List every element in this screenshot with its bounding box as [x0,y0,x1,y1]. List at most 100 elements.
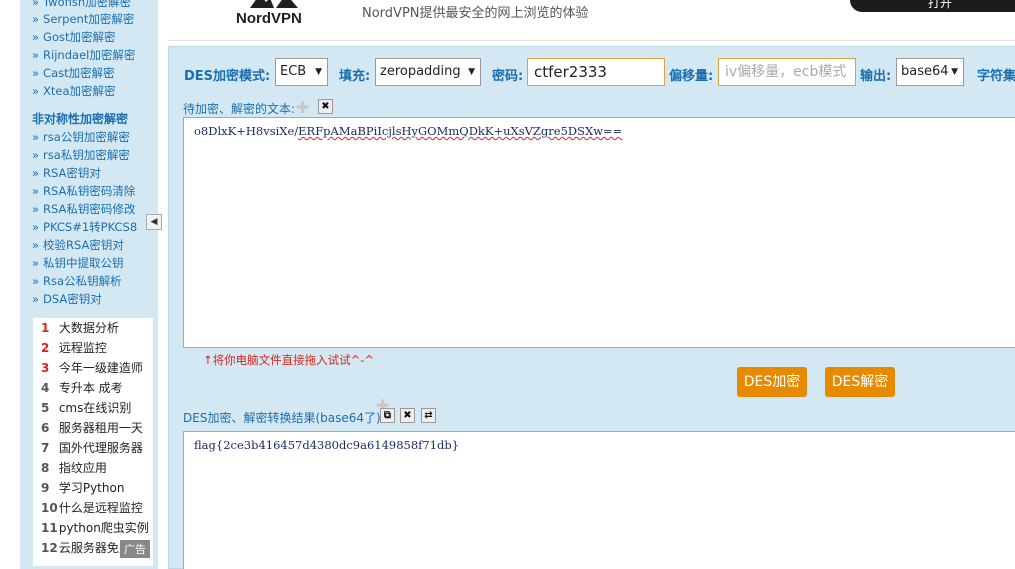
bullet-icon: » [32,30,40,44]
ranking-item[interactable]: 6 服务器租用一天 [41,418,143,438]
sidebar-item-cast[interactable]: » Cast加密解密 [32,64,115,82]
clear-output-icon[interactable]: ✖ [400,408,415,423]
bullet-icon: » [32,12,40,26]
sidebar-item-rsa-public[interactable]: » rsa公钥加密解密 [32,128,130,146]
rank-label: python爬虫实例 [58,521,149,535]
password-input[interactable]: ctfer2333 [527,58,665,86]
ranking-item[interactable]: 12 云服务器免费 [41,538,131,558]
sidebar-item-label: Xtea加密解密 [43,84,116,98]
bullet-icon: » [32,166,40,180]
mode-select[interactable]: ECB ▼ [275,58,328,86]
rank-label: 远程监控 [58,341,107,355]
clear-input-icon[interactable]: ✖ [318,99,333,114]
rank-label: 专升本 成考 [58,381,123,395]
puzzle-icon: ✚ [296,98,310,117]
sidebar-item-rsa-keypair[interactable]: » RSA密钥对 [32,164,101,182]
rank-number: 5 [41,401,50,415]
chevron-down-icon: ▼ [468,67,475,77]
rank-number: 4 [41,381,50,395]
bullet-icon: » [32,66,40,80]
sidebar-item-label: rsa公钥加密解密 [43,130,130,144]
rank-number: 10 [41,501,58,515]
offset-label: 偏移量: [669,69,714,84]
bullet-icon: » [32,238,40,252]
offset-input[interactable]: iv偏移量，ecb模式 [718,58,856,86]
sidebar-item-label: Twofish加密解密 [43,0,132,9]
bullet-icon: » [32,148,40,162]
padding-label: 填充: [339,69,371,84]
bullet-icon: » [32,48,40,62]
sidebar-item-extract-public-key[interactable]: » 私钥中提取公钥 [32,254,124,272]
ranking-item[interactable]: 7 国外代理服务器 [41,438,143,458]
ad-open-button[interactable]: 打开 [850,0,1015,12]
mode-select-value: ECB [280,64,307,79]
sidebar-item-label: DSA密钥对 [43,292,102,306]
bullet-icon: » [32,274,40,288]
sidebar-item-label: Rsa公私钥解析 [43,274,122,288]
sidebar-item-xtea[interactable]: » Xtea加密解密 [32,82,116,100]
sidebar-item-gost[interactable]: » Gost加密解密 [32,28,116,46]
charset-label: 字符集 [977,69,1015,84]
rank-number: 8 [41,461,50,475]
input-textarea[interactable]: o8DlxK+H8vsiXe/ERFpAMaBPiIcjlsHyGOMmQDkK… [183,117,1015,348]
ranking-item[interactable]: 2 远程监控 [41,338,107,358]
password-label: 密码: [492,69,524,84]
input-text-spellchecked: ERFpAMaBPiIcjlsHyGOMmQDkK+uXsVZgre5DSXw=… [298,124,623,138]
sidebar-heading-asymmetric: 非对称性加密解密 [32,112,129,126]
ranking-item[interactable]: 4 专升本 成考 [41,378,123,398]
header-tagline: NordVPN提供最安全的网上浏览的体验 [362,6,589,21]
sidebar-item-label: Serpent加密解密 [43,12,135,26]
output-label: 输出: [860,69,892,84]
chevron-down-icon: ▼ [951,67,958,77]
ranking-item[interactable]: 11 python爬虫实例 [41,518,149,538]
sidebar-item-label: RSA私钥密码清除 [43,184,136,198]
nordvpn-logo-icon [250,0,298,8]
ranking-item[interactable]: 1 大数据分析 [41,318,119,338]
header-divider [168,40,1015,41]
chevron-down-icon: ▼ [315,67,322,77]
bullet-icon: » [32,0,40,9]
copy-output-icon[interactable]: ⧉ [380,408,395,423]
rank-number: 3 [41,361,50,375]
rank-number: 6 [41,421,50,435]
bullet-icon: » [32,130,40,144]
sidebar-item-rsa-change-password[interactable]: » RSA私钥密码修改 [32,200,135,218]
ranking-item[interactable]: 9 学习Python [41,478,124,498]
padding-select[interactable]: zeropadding ▼ [375,58,481,86]
input-text-prefix: o8DlxK+H8vsiXe/ [194,124,299,138]
mode-label: DES加密模式: [184,69,271,84]
rank-number: 11 [41,521,58,535]
rank-label: 学习Python [58,481,125,495]
output-textarea[interactable]: flag{2ce3b416457d4380dc9a6149858f71db} [183,431,1015,569]
output-select[interactable]: base64 ▼ [896,58,964,86]
rank-label: 什么是远程监控 [58,501,143,515]
sidebar-item-label: PKCS#1转PKCS8 [43,220,138,234]
sidebar: » Twofish加密解密 » Serpent加密解密 » Gost加密解密 » Rij… [20,0,158,569]
sidebar-item-serpent[interactable]: » Serpent加密解密 [32,10,134,28]
nordvpn-logo-text[interactable]: NordVPN [236,10,302,27]
ranking-item[interactable]: 5 cms在线识别 [41,398,131,418]
page-root: » Twofish加密解密 » Serpent加密解密 » Gost加密解密 » Rij… [0,0,1015,569]
sidebar-item-label: 私钥中提取公钥 [43,256,124,270]
swap-icon[interactable]: ⇄ [421,408,436,423]
des-decrypt-button[interactable]: DES解密 [825,367,895,397]
output-section-label: DES加密、解密转换结果(base64了): [183,411,385,425]
ranking-item[interactable]: 10 什么是远程监控 [41,498,143,518]
sidebar-item-rijndael[interactable]: » Rijndael加密解密 [32,46,135,64]
sidebar-item-rsa-private[interactable]: » rsa私钥加密解密 [32,146,130,164]
ranking-item[interactable]: 8 指纹应用 [41,458,107,478]
sidebar-item-rsa-clear-password[interactable]: » RSA私钥密码清除 [32,182,135,200]
des-encrypt-button[interactable]: DES加密 [737,367,807,397]
rank-number: 9 [41,481,50,495]
sidebar-item-rsa-parse[interactable]: » Rsa公私钥解析 [32,272,122,290]
sidebar-item-label: rsa私钥加密解密 [43,148,130,162]
ad-ranking-list: 1 大数据分析 2 远程监控 3 今年一级建造师 4 专升本 成考 5 cms在… [33,318,153,566]
output-text: flag{2ce3b416457d4380dc9a6149858f71db} [194,438,460,452]
ranking-item[interactable]: 3 今年一级建造师 [41,358,143,378]
rank-label: 指纹应用 [58,461,107,475]
rank-number: 1 [41,321,50,335]
collapse-sidebar-icon[interactable]: ◀ [146,214,162,230]
sidebar-item-dsa-keypair[interactable]: » DSA密钥对 [32,290,102,308]
sidebar-item-pkcs-convert[interactable]: » PKCS#1转PKCS8 [32,218,137,236]
sidebar-item-verify-keypair[interactable]: » 校验RSA密钥对 [32,236,124,254]
